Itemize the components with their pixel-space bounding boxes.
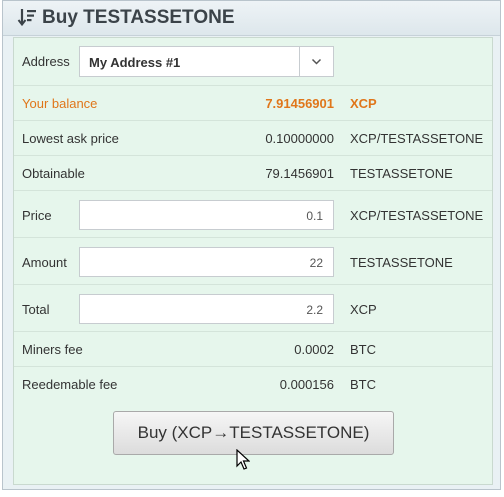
miners-fee-value: 0.0002 bbox=[294, 342, 334, 357]
obtainable-row: Obtainable 79.1456901 TESTASSETONE bbox=[14, 156, 492, 191]
amount-unit: TESTASSETONE bbox=[350, 255, 453, 270]
balance-row: Your balance 7.91456901 XCP bbox=[14, 86, 492, 121]
address-row: Address My Address #1 bbox=[14, 38, 492, 86]
total-label: Total bbox=[22, 302, 50, 317]
chevron-down-icon[interactable] bbox=[299, 47, 333, 76]
panel-title: Buy TESTASSETONE bbox=[42, 7, 235, 28]
balance-value: 7.91456901 bbox=[265, 96, 334, 111]
amount-input[interactable]: 22 bbox=[79, 247, 334, 277]
mouse-pointer-icon bbox=[236, 449, 250, 470]
price-row: Price 0.1 XCP/TESTASSETONE bbox=[14, 191, 492, 238]
lowest-ask-label: Lowest ask price bbox=[22, 131, 119, 146]
address-select-value: My Address #1 bbox=[89, 55, 181, 70]
order-form: Address My Address #1 Your balance 7.914… bbox=[13, 37, 493, 485]
buy-panel: Buy TESTASSETONE Address My Address #1 Y… bbox=[2, 0, 501, 490]
price-input[interactable]: 0.1 bbox=[79, 200, 334, 230]
redeemable-fee-value: 0.000156 bbox=[279, 377, 334, 392]
miners-fee-label: Miners fee bbox=[22, 342, 83, 357]
total-unit: XCP bbox=[350, 302, 377, 317]
obtainable-label: Obtainable bbox=[22, 166, 85, 181]
sort-descending-icon bbox=[17, 9, 36, 27]
address-label: Address bbox=[22, 54, 70, 69]
balance-label: Your balance bbox=[22, 96, 98, 111]
balance-unit: XCP bbox=[350, 96, 377, 111]
price-label: Price bbox=[22, 208, 52, 223]
amount-row: Amount 22 TESTASSETONE bbox=[14, 238, 492, 285]
panel-header: Buy TESTASSETONE bbox=[3, 1, 500, 36]
price-unit: XCP/TESTASSETONE bbox=[350, 208, 484, 223]
redeemable-fee-label: Reedemable fee bbox=[22, 377, 118, 392]
redeemable-fee-row: Reedemable fee 0.000156 BTC bbox=[14, 367, 492, 403]
miners-fee-row: Miners fee 0.0002 BTC bbox=[14, 332, 492, 367]
miners-fee-unit: BTC bbox=[350, 342, 376, 357]
redeemable-fee-unit: BTC bbox=[350, 377, 376, 392]
obtainable-unit: TESTASSETONE bbox=[350, 166, 453, 181]
address-select[interactable]: My Address #1 bbox=[79, 46, 334, 77]
lowest-ask-value: 0.10000000 bbox=[265, 131, 334, 146]
lowest-ask-row: Lowest ask price 0.10000000 XCP/TESTASSE… bbox=[14, 121, 492, 156]
total-input[interactable]: 2.2 bbox=[79, 294, 334, 324]
buy-button[interactable]: Buy (XCP→TESTASSETONE) bbox=[113, 411, 394, 455]
lowest-ask-unit: XCP/TESTASSETONE bbox=[350, 131, 484, 146]
obtainable-value: 79.1456901 bbox=[265, 166, 334, 181]
total-row: Total 2.2 XCP bbox=[14, 285, 492, 332]
amount-label: Amount bbox=[22, 255, 67, 270]
